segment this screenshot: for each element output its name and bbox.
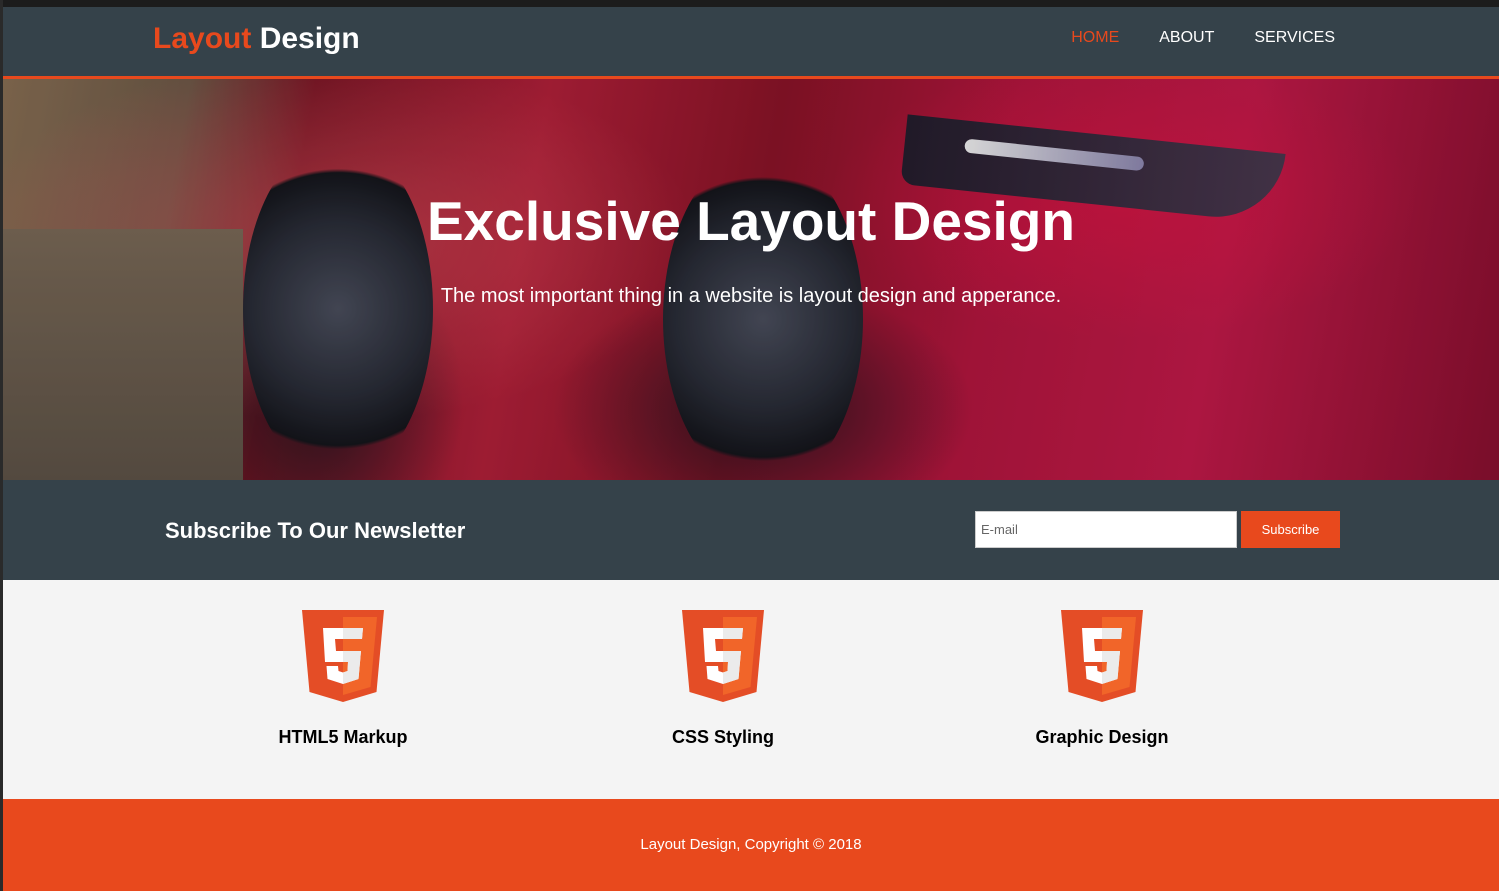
html5-icon xyxy=(682,610,764,702)
feature-box: HTML5 Markup xyxy=(163,610,523,748)
window-top-strip xyxy=(0,0,1499,7)
hero-subtitle: The most important thing in a website is… xyxy=(440,285,1062,307)
page: Layout Design HOME ABOUT SERVICES Exclus… xyxy=(3,7,1499,891)
hero-banner: Exclusive Layout Design The most importa… xyxy=(3,79,1499,480)
html5-icon xyxy=(302,610,384,702)
feature-title: HTML5 Markup xyxy=(278,727,408,747)
brand-text: Design xyxy=(259,22,360,55)
feature-title: Graphic Design xyxy=(1035,727,1169,747)
brand-highlight: Layout xyxy=(153,22,252,55)
feature-box: CSS Styling xyxy=(543,610,903,748)
hero-title: Exclusive Layout Design xyxy=(427,190,1075,252)
navbar: Layout Design HOME ABOUT SERVICES xyxy=(3,7,1499,79)
brand-logo[interactable]: Layout Design xyxy=(153,22,360,56)
newsletter-section: Subscribe To Our Newsletter Subscribe xyxy=(3,480,1499,580)
features-section: HTML5 Markup CSS Styling Graphic Design xyxy=(3,580,1499,799)
html5-icon xyxy=(1061,610,1143,702)
email-input[interactable] xyxy=(975,511,1237,548)
nav-about-link[interactable]: ABOUT xyxy=(1159,29,1214,47)
main-nav: HOME ABOUT SERVICES xyxy=(1071,29,1335,47)
hero-overlay xyxy=(3,79,1499,480)
feature-box: Graphic Design xyxy=(922,610,1282,748)
newsletter-heading: Subscribe To Our Newsletter xyxy=(165,518,466,543)
nav-services-link[interactable]: SERVICES xyxy=(1254,29,1335,47)
copyright-text: Layout Design, Copyright © 2018 xyxy=(640,836,862,853)
subscribe-button[interactable]: Subscribe xyxy=(1241,511,1340,548)
nav-home-link[interactable]: HOME xyxy=(1071,29,1119,47)
footer: Layout Design, Copyright © 2018 xyxy=(3,799,1499,891)
feature-title: CSS Styling xyxy=(671,727,774,747)
